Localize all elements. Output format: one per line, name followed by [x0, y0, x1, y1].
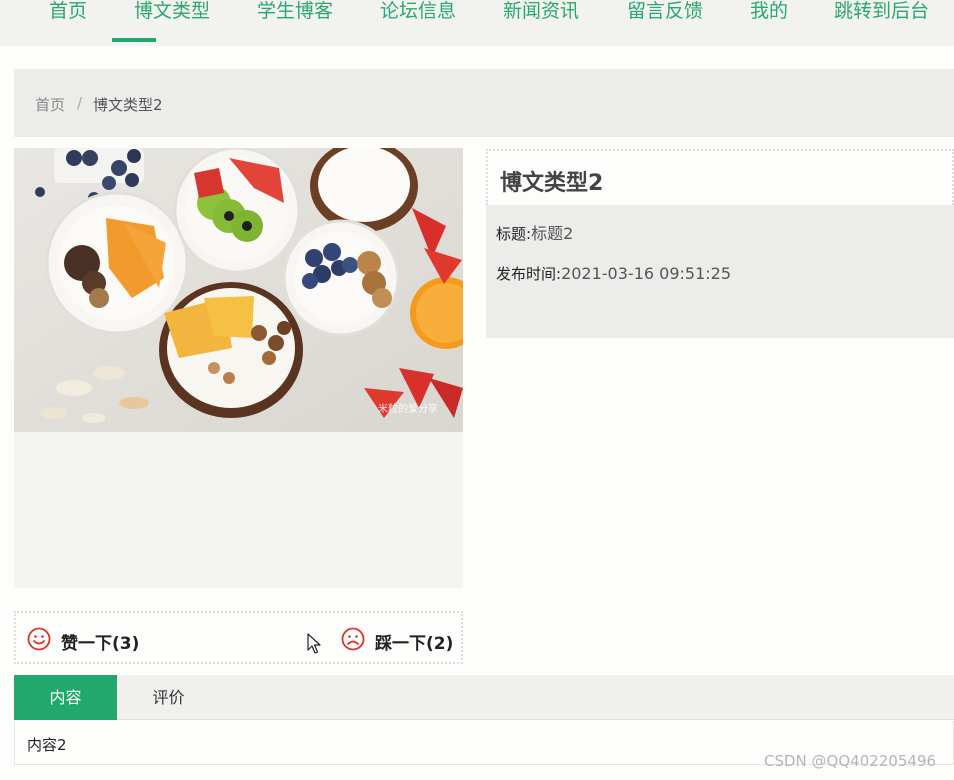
meta-value: 2021-03-16 09:51:25	[561, 264, 731, 283]
meta-label: 标题:	[496, 225, 532, 243]
smile-icon	[27, 627, 51, 651]
meta-row-title: 标题:标题2	[496, 220, 573, 244]
meta-value: 标题2	[531, 224, 574, 243]
article-photo	[14, 148, 463, 432]
nav-item-label: 首页	[49, 0, 88, 22]
article-image-panel: 米粒的爱分享	[14, 148, 463, 588]
frown-icon	[341, 627, 365, 651]
article-meta: 标题:标题2 发布时间:2021-03-16 09:51:25	[486, 205, 954, 338]
nav-item-label: 学生博客	[257, 0, 334, 22]
like-label: 赞一下(3)	[61, 634, 140, 654]
tab-content[interactable]: 内容	[14, 675, 117, 720]
vote-box: 赞一下(3) 踩一下(2)	[14, 611, 463, 664]
breadcrumb-current: 博文类型2	[93, 96, 163, 114]
meta-row-publish-time: 发布时间:2021-03-16 09:51:25	[496, 263, 731, 284]
breadcrumb-home-link[interactable]: 首页	[35, 94, 65, 115]
active-tab-indicator	[112, 38, 156, 42]
breadcrumb: 首页 / 博文类型2	[14, 69, 954, 137]
nav-item-label: 我的	[750, 0, 789, 22]
article-info-panel: 博文类型2 标题:标题2 发布时间:2021-03-16 09:51:25	[486, 149, 954, 338]
meta-label: 发布时间:	[496, 265, 562, 283]
nav-item-label: 留言反馈	[627, 0, 704, 22]
content-tabs: 内容 评价	[14, 675, 954, 720]
csdn-watermark: CSDN @QQ402205496	[764, 752, 937, 770]
nav-item-label: 论坛信息	[380, 0, 457, 22]
tab-review[interactable]: 评价	[117, 675, 220, 720]
nav-item-label: 跳转到后台	[834, 0, 930, 22]
article-title-box: 博文类型2	[486, 149, 954, 205]
breadcrumb-separator: /	[77, 94, 83, 112]
dislike-label: 踩一下(2)	[375, 634, 454, 654]
top-nav: 首页 博文类型 学生博客 论坛信息 新闻资讯 留言反馈 我的 跳转到后台	[0, 0, 954, 46]
nav-item-label: 新闻资讯	[503, 0, 580, 22]
image-watermark: 米粒的爱分享	[378, 404, 438, 415]
content-text: 内容2	[27, 736, 67, 754]
nav-item-label: 博文类型	[134, 0, 211, 22]
mouse-cursor-icon	[307, 633, 321, 654]
article-title: 博文类型2	[500, 171, 604, 196]
